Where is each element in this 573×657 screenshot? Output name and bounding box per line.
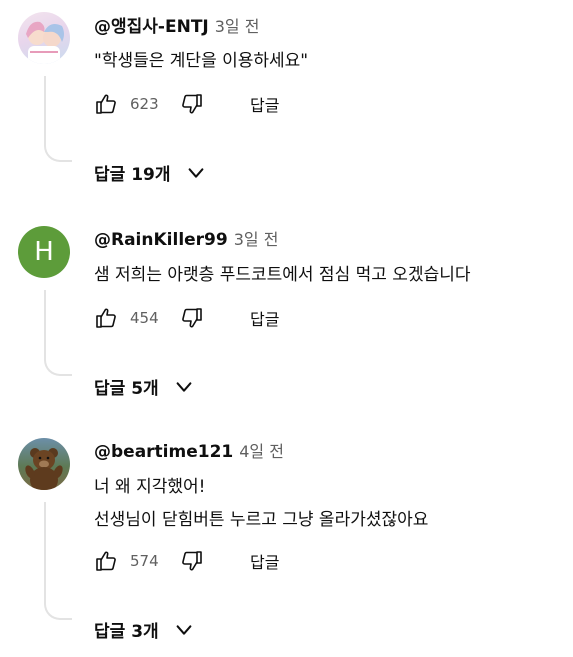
comment-thread: H @RainKiller99 3일 전 샘 저희는 아랫층 푸드코트에서 점심 …: [0, 214, 573, 428]
view-replies-button[interactable]: 답글 5개: [94, 374, 195, 399]
replies-count-label: 답글 5개: [94, 379, 159, 399]
comment-text: "학생들은 계단을 이용하세요": [94, 46, 308, 76]
comment-thread: @앵집사-ENTJ 3일 전 "학생들은 계단을 이용하세요" 623 답글 답글…: [0, 0, 573, 214]
chevron-down-icon: [188, 167, 203, 178]
avatar[interactable]: [18, 12, 70, 64]
comment-time[interactable]: 3일 전: [234, 230, 279, 249]
comment-time[interactable]: 4일 전: [239, 442, 284, 461]
comment-actions: 574 답글: [94, 546, 279, 576]
comment-header: @beartime121 4일 전: [94, 438, 284, 462]
comment-author[interactable]: @beartime121: [94, 442, 233, 462]
view-replies-button[interactable]: 답글 3개: [94, 617, 195, 642]
comment-author[interactable]: @앵집사-ENTJ: [94, 17, 209, 37]
avatar[interactable]: [18, 438, 70, 490]
like-count: 454: [130, 309, 159, 327]
comment-text-line: 선생님이 닫힘버튼 누르고 그냥 올라가셨잖아요: [94, 510, 429, 530]
comment-header: @앵집사-ENTJ 3일 전: [94, 12, 259, 37]
reply-button[interactable]: 답글: [250, 549, 279, 573]
thread-line: [44, 76, 72, 162]
thumbs-down-icon: [182, 308, 202, 328]
comment-thread: @beartime121 4일 전 너 왜 지각했어! 선생님이 닫힘버튼 누르고…: [0, 426, 573, 657]
thumbs-down-icon: [182, 551, 202, 571]
thumbs-up-icon: [96, 94, 116, 114]
view-replies-button[interactable]: 답글 19개: [94, 160, 207, 185]
reply-button[interactable]: 답글: [250, 92, 279, 116]
avatar-letter: H: [34, 237, 54, 267]
comment-time[interactable]: 3일 전: [215, 17, 260, 36]
thumbs-down-icon: [182, 94, 202, 114]
dislike-button[interactable]: [180, 549, 204, 573]
comment-actions: 623 답글: [94, 89, 279, 119]
like-count: 574: [130, 552, 159, 570]
comment-author[interactable]: @RainKiller99: [94, 230, 228, 250]
comment-text: 너 왜 지각했어! 선생님이 닫힘버튼 누르고 그냥 올라가셨잖아요: [94, 472, 428, 535]
dislike-button[interactable]: [180, 92, 204, 116]
comment-header: @RainKiller99 3일 전: [94, 226, 278, 250]
thread-line: [44, 502, 72, 620]
comment-text-line: 샘 저희는 아랫층 푸드코트에서 점심 먹고 오겠습니다: [94, 265, 471, 285]
chevron-down-icon: [176, 624, 192, 635]
chevron-down-icon: [176, 381, 192, 392]
thumbs-up-icon: [96, 308, 116, 328]
thumbs-up-icon: [96, 551, 116, 571]
avatar-illustration-icon: [26, 21, 64, 64]
like-button[interactable]: [94, 92, 118, 116]
replies-count-label: 답글 19개: [94, 165, 171, 185]
like-count: 623: [130, 95, 159, 113]
comment-text-line: "학생들은 계단을 이용하세요": [94, 51, 309, 71]
comment-actions: 454 답글: [94, 303, 279, 333]
reply-button[interactable]: 답글: [250, 306, 279, 330]
thread-line: [44, 290, 72, 376]
replies-count-label: 답글 3개: [94, 622, 159, 642]
avatar[interactable]: H: [18, 226, 70, 278]
like-button[interactable]: [94, 306, 118, 330]
comment-text-line: 너 왜 지각했어!: [94, 477, 206, 497]
like-button[interactable]: [94, 549, 118, 573]
comment-text: 샘 저희는 아랫층 푸드코트에서 점심 먹고 오겠습니다: [94, 260, 471, 290]
bear-photo-icon: [25, 448, 63, 490]
dislike-button[interactable]: [180, 306, 204, 330]
